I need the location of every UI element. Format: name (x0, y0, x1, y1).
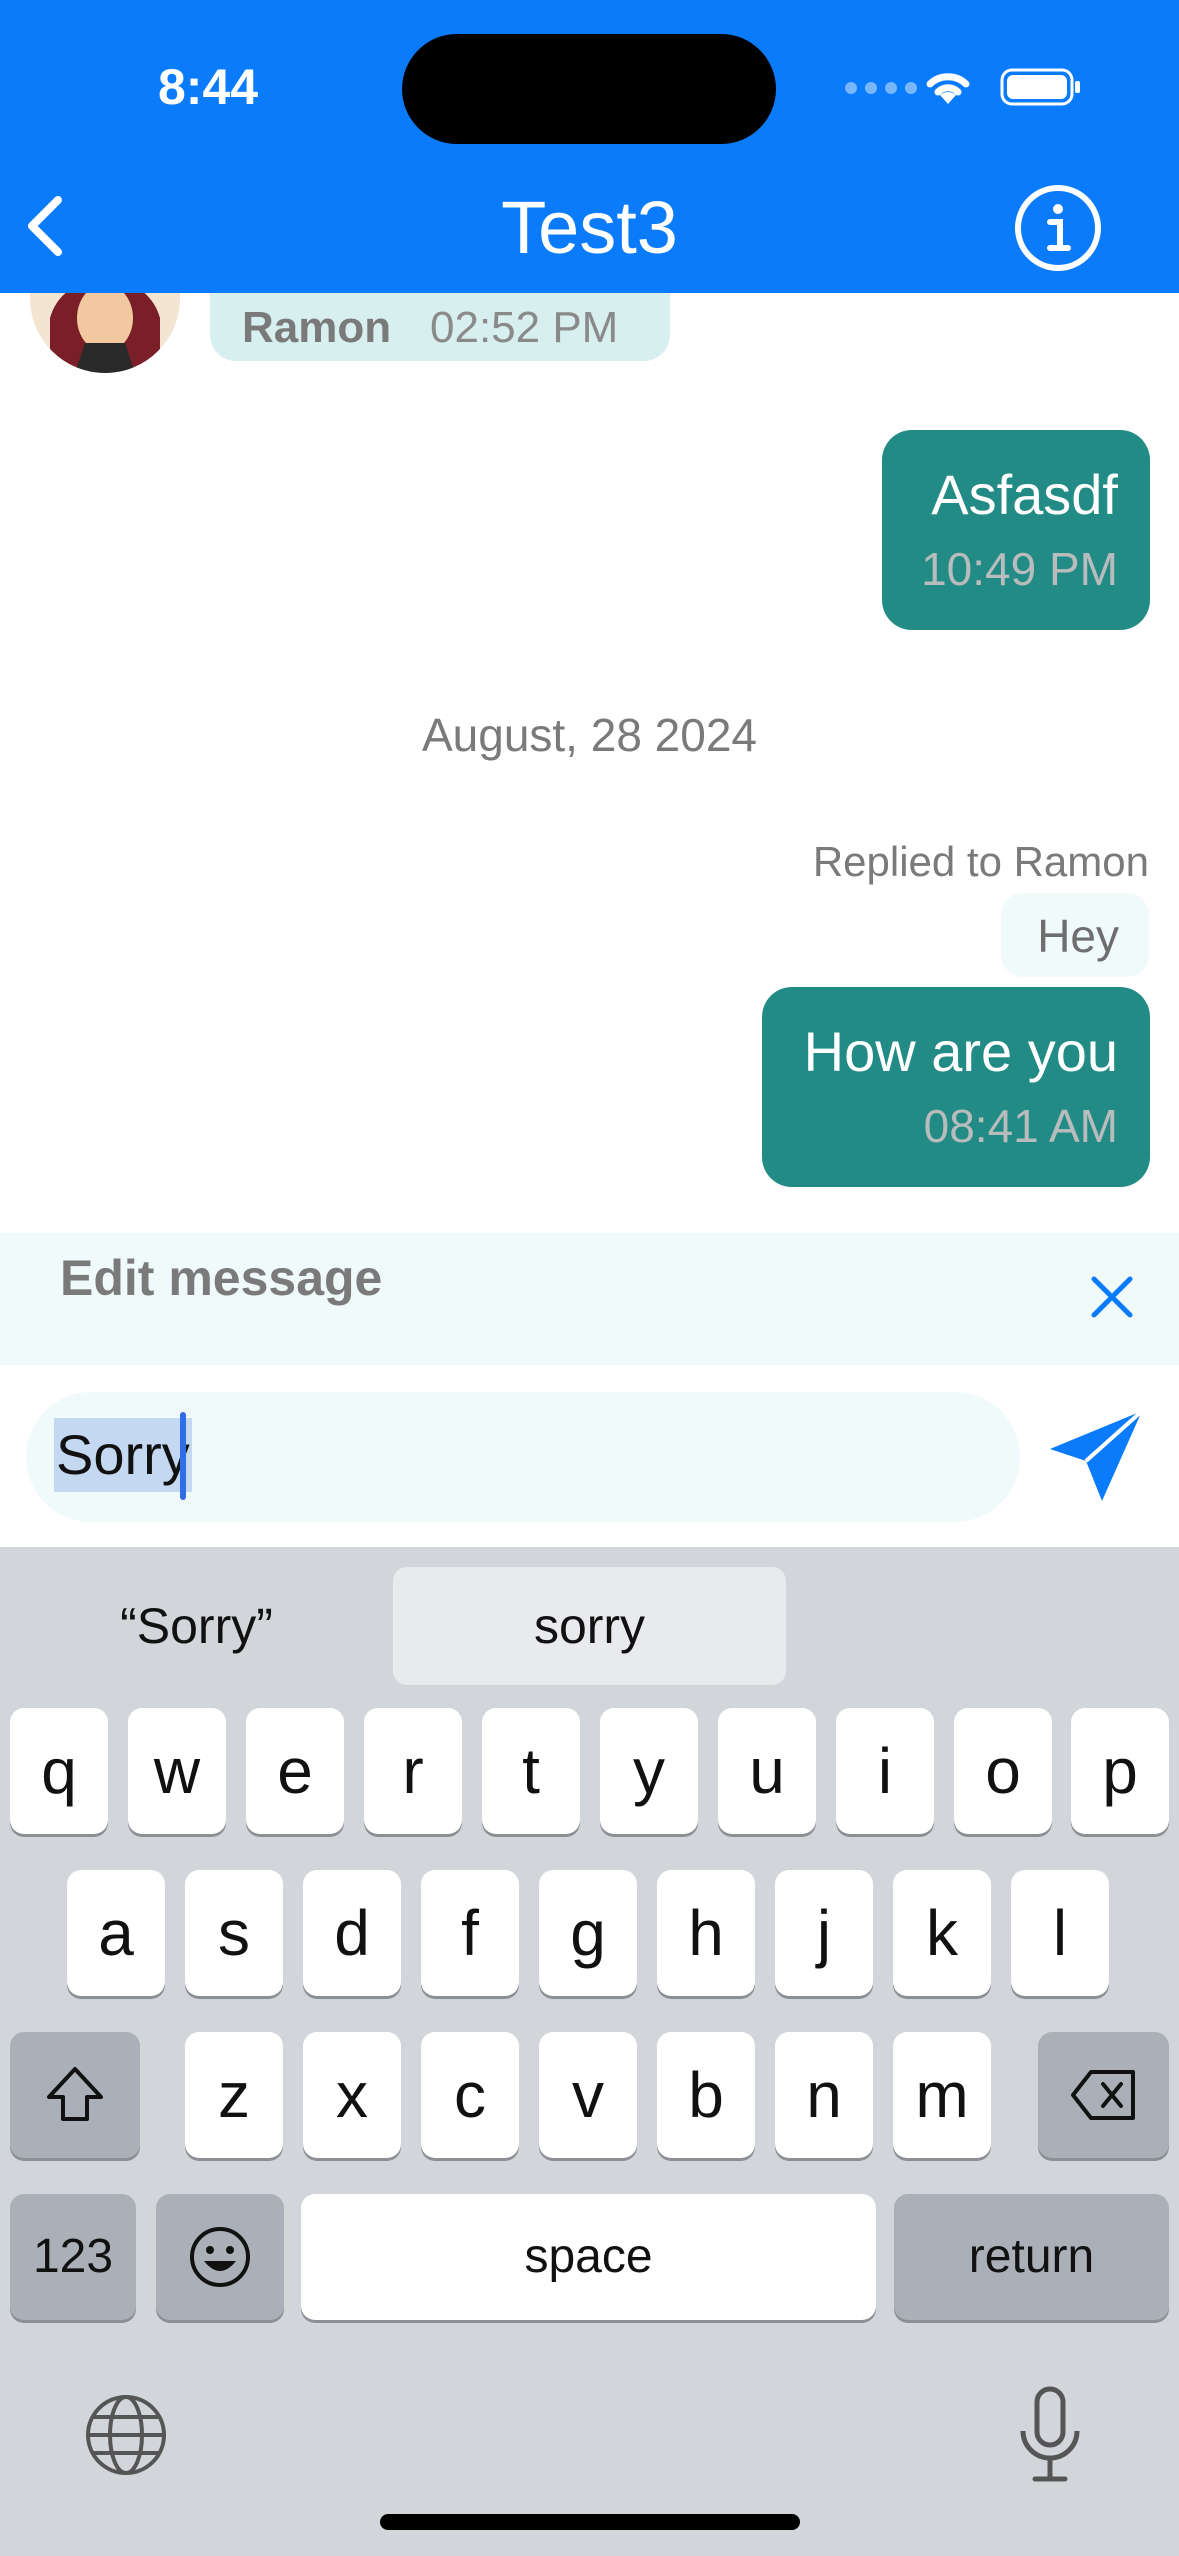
shift-icon (47, 2067, 103, 2121)
key-l[interactable]: l (1011, 1870, 1109, 1996)
globe-icon[interactable] (84, 2393, 168, 2477)
date-separator: August, 28 2024 (421, 709, 758, 761)
microphone-icon[interactable] (1015, 2385, 1085, 2485)
outgoing-message-bubble[interactable]: How are you 08:41 AM (762, 987, 1150, 1187)
key-y[interactable]: y (600, 1708, 698, 1834)
key-v[interactable]: v (539, 2032, 637, 2158)
info-icon[interactable] (1012, 182, 1104, 274)
key-m[interactable]: m (893, 2032, 991, 2158)
message-input[interactable]: Sorry (26, 1392, 1020, 1522)
delete-key[interactable] (1038, 2032, 1169, 2158)
key-j[interactable]: j (775, 1870, 873, 1996)
message-time: 02:52 PM (430, 303, 619, 352)
key-z[interactable]: z (185, 2032, 283, 2158)
key-p[interactable]: p (1071, 1708, 1169, 1834)
message-text: How are you (803, 1020, 1118, 1083)
key-c[interactable]: c (421, 2032, 519, 2158)
key-h[interactable]: h (657, 1870, 755, 1996)
key-w[interactable]: w (128, 1708, 226, 1834)
app-header: 8:44 Test3 (0, 0, 1179, 293)
key-i[interactable]: i (836, 1708, 934, 1834)
message-time: 08:41 AM (923, 1100, 1118, 1152)
edit-message-label: Edit message (60, 1250, 383, 1306)
space-key[interactable]: space (301, 2194, 876, 2320)
key-e[interactable]: e (246, 1708, 344, 1834)
key-r[interactable]: r (364, 1708, 462, 1834)
dynamic-island (402, 34, 776, 144)
replied-to-label: Replied to Ramon (812, 838, 1149, 885)
delete-icon (1070, 2070, 1135, 2120)
numbers-key[interactable]: 123 (10, 2194, 136, 2320)
key-q[interactable]: q (10, 1708, 108, 1834)
message-list[interactable]: Ramon 02:52 PM Asfasdf 10:49 PM August, … (0, 293, 1179, 1233)
quoted-text: Hey (1037, 910, 1119, 962)
key-f[interactable]: f (421, 1870, 519, 1996)
message-time: 10:49 PM (921, 543, 1118, 595)
close-icon[interactable] (1088, 1273, 1136, 1321)
key-k[interactable]: k (893, 1870, 991, 1996)
key-x[interactable]: x (303, 2032, 401, 2158)
emoji-icon (190, 2227, 250, 2287)
key-s[interactable]: s (185, 1870, 283, 1996)
home-indicator (380, 2514, 800, 2530)
key-a[interactable]: a (67, 1870, 165, 1996)
key-t[interactable]: t (482, 1708, 580, 1834)
wifi-icon (926, 73, 970, 104)
conversation-title: Test3 (501, 186, 678, 269)
shift-key[interactable] (10, 2032, 140, 2158)
avatar[interactable] (30, 293, 180, 373)
key-b[interactable]: b (657, 2032, 755, 2158)
key-n[interactable]: n (775, 2032, 873, 2158)
emoji-key[interactable] (156, 2194, 284, 2320)
suggestion-quoted[interactable]: “Sorry” (0, 1567, 393, 1685)
text-caret (180, 1412, 186, 1500)
message-input-text[interactable]: Sorry (54, 1418, 192, 1492)
edit-message-bar: Edit message (0, 1233, 1179, 1365)
outgoing-message-bubble[interactable]: Asfasdf 10:49 PM (882, 430, 1150, 630)
key-o[interactable]: o (954, 1708, 1052, 1834)
key-d[interactable]: d (303, 1870, 401, 1996)
return-key[interactable]: return (894, 2194, 1169, 2320)
send-icon[interactable] (1046, 1405, 1146, 1505)
suggestion-empty[interactable] (786, 1567, 1179, 1685)
cellular-signal-icon (845, 82, 917, 94)
incoming-message-bubble[interactable]: Ramon 02:52 PM (210, 293, 670, 361)
keyboard: “Sorry” sorry q w e r t y u i o p a s d … (0, 1547, 1179, 2556)
quoted-message[interactable]: Hey (1001, 893, 1149, 977)
key-g[interactable]: g (539, 1870, 637, 1996)
message-sender: Ramon (242, 303, 392, 352)
message-text: Asfasdf (931, 463, 1118, 526)
key-u[interactable]: u (718, 1708, 816, 1834)
status-time: 8:44 (158, 59, 259, 115)
suggestion-sorry[interactable]: sorry (393, 1567, 786, 1685)
composer-row: Sorry (0, 1365, 1179, 1547)
battery-icon (1000, 68, 1080, 106)
